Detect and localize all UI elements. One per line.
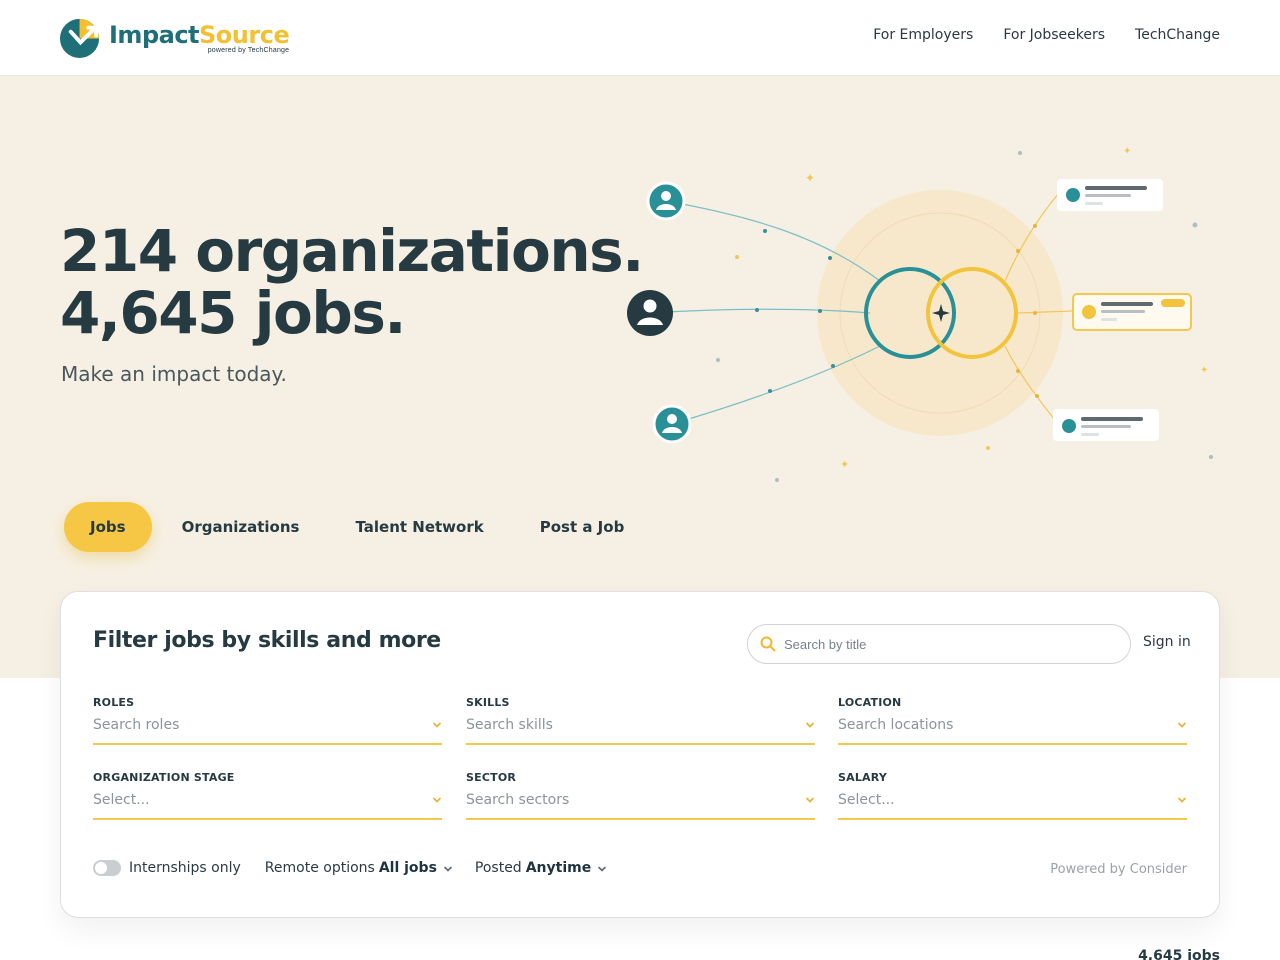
headline-jobs: 4,645 jobs.	[60, 279, 406, 347]
tab-talent-network[interactable]: Talent Network	[327, 502, 511, 552]
powered-by-consider[interactable]: Powered by Consider	[1050, 862, 1187, 877]
chevron-down-icon	[1178, 722, 1186, 728]
organization-stage-placeholder: Select...	[93, 792, 150, 808]
remote-options-label: Remote options	[264, 860, 375, 876]
filter-title: Filter jobs by skills and more	[93, 628, 441, 653]
user-icon	[627, 290, 673, 336]
title-search[interactable]	[747, 624, 1131, 664]
chevron-down-icon	[806, 797, 814, 803]
svg-text:✦: ✦	[840, 458, 849, 471]
filter-card: Filter jobs by skills and more Sign in R…	[60, 591, 1220, 918]
sector-label: SECTOR	[466, 771, 517, 784]
tab-post-a-job[interactable]: Post a Job	[512, 502, 653, 552]
location-select[interactable]: Search locations	[838, 717, 1187, 745]
tab-jobs[interactable]: Jobs	[64, 502, 152, 552]
svg-text:✦: ✦	[1123, 146, 1131, 157]
hero-headline: 214 organizations. 4,645 jobs.	[60, 217, 644, 347]
salary-filter: SALARY Select...	[838, 771, 1187, 820]
posted-value: Anytime	[525, 860, 592, 876]
organization-stage-filter: ORGANIZATION STAGE Select...	[93, 771, 442, 820]
remote-options-dropdown[interactable]: Remote options All jobs	[265, 860, 453, 876]
hero-section: 214 organizations. 4,645 jobs. Make an i…	[0, 76, 1280, 678]
skills-filter: SKILLS Search skills	[466, 696, 815, 745]
remote-options-value: All jobs	[378, 860, 437, 876]
roles-filter: ROLES Search roles	[93, 696, 442, 745]
sector-filter: SECTOR Search sectors	[466, 771, 815, 820]
chevron-down-icon	[433, 797, 441, 803]
organization-stage-label: ORGANIZATION STAGE	[93, 771, 235, 784]
logo-icon	[59, 18, 100, 59]
nav-for-employers[interactable]: For Employers	[873, 27, 973, 43]
network-illustration: ✦ ✦ ✦ ✦	[627, 146, 1213, 482]
location-placeholder: Search locations	[838, 717, 954, 733]
skills-label: SKILLS	[466, 696, 510, 709]
posted-dropdown[interactable]: Posted Anytime	[475, 860, 607, 876]
skills-select[interactable]: Search skills	[466, 717, 815, 745]
roles-select[interactable]: Search roles	[93, 717, 442, 745]
logo-word-part2: Source	[199, 20, 290, 49]
salary-placeholder: Select...	[838, 792, 895, 808]
search-input[interactable]	[784, 636, 1104, 652]
svg-text:✦: ✦	[805, 171, 815, 185]
skills-placeholder: Search skills	[466, 717, 553, 733]
logo[interactable]: ImpactSource powered by TechChange	[59, 16, 290, 59]
search-icon	[760, 636, 776, 652]
chevron-down-icon	[598, 866, 607, 872]
internships-toggle[interactable]	[93, 860, 121, 876]
organization-stage-select[interactable]: Select...	[93, 792, 442, 820]
sector-select[interactable]: Search sectors	[466, 792, 815, 820]
chevron-down-icon	[1178, 797, 1186, 803]
user-icon	[646, 181, 686, 221]
roles-label: ROLES	[93, 696, 135, 709]
posted-label: Posted	[474, 860, 522, 876]
main-tabs: Jobs Organizations Talent Network Post a…	[64, 502, 652, 552]
top-nav: For Employers For Jobseekers TechChange	[873, 27, 1220, 43]
location-filter: LOCATION Search locations	[838, 696, 1187, 745]
chevron-down-icon	[806, 722, 814, 728]
location-label: LOCATION	[838, 696, 902, 709]
user-icon	[652, 404, 692, 444]
salary-label: SALARY	[838, 771, 887, 784]
sector-placeholder: Search sectors	[466, 792, 570, 808]
nav-for-jobseekers[interactable]: For Jobseekers	[1003, 27, 1105, 43]
job-count: 4,645 jobs	[1138, 948, 1220, 960]
tab-organizations[interactable]: Organizations	[154, 502, 328, 552]
svg-text:✦: ✦	[1200, 365, 1208, 376]
internships-label: Internships only	[129, 860, 241, 876]
roles-placeholder: Search roles	[93, 717, 180, 733]
headline-organizations: 214 organizations.	[60, 217, 644, 285]
filter-options-row: Internships only Remote options All jobs…	[93, 860, 607, 876]
site-header: ImpactSource powered by TechChange For E…	[0, 0, 1280, 76]
hero-subline: Make an impact today.	[61, 362, 287, 386]
nav-techchange[interactable]: TechChange	[1135, 27, 1220, 43]
chevron-down-icon	[433, 722, 441, 728]
logo-word-part1: Impact	[109, 20, 200, 49]
sign-in-link[interactable]: Sign in	[1143, 634, 1191, 650]
salary-select[interactable]: Select...	[838, 792, 1187, 820]
chevron-down-icon	[444, 866, 452, 872]
